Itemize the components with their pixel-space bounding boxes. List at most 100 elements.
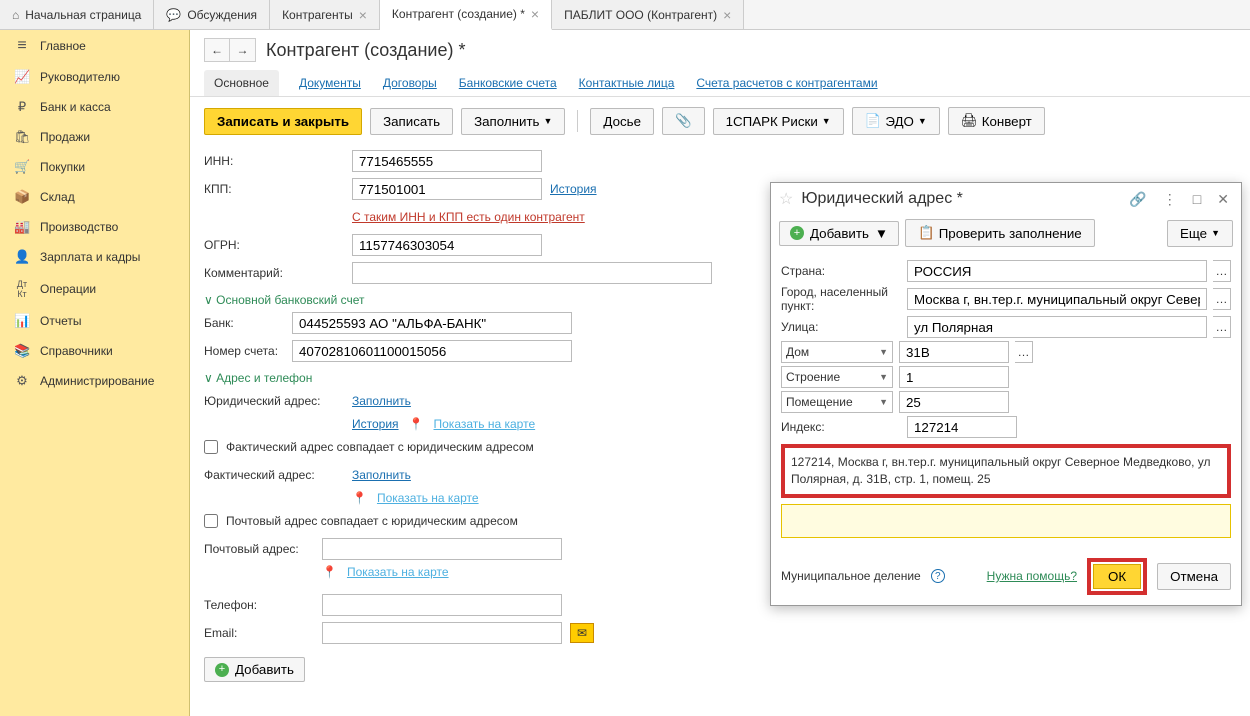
fill-legal-link[interactable]: Заполнить xyxy=(352,394,411,408)
attach-button[interactable]: 📎 xyxy=(662,107,705,135)
street-input[interactable] xyxy=(907,316,1207,338)
label: Добавить xyxy=(235,662,294,677)
star-icon[interactable]: ☆ xyxy=(779,189,793,209)
bank-input[interactable] xyxy=(292,312,572,334)
sidebar-item-manager[interactable]: 📈Руководителю xyxy=(0,62,189,92)
convert-button[interactable]: 🖨 Конверт xyxy=(948,107,1045,135)
more-button[interactable]: Еще▼ xyxy=(1167,220,1233,247)
label: Еще xyxy=(1180,226,1207,241)
main-content: ← → Контрагент (создание) * Основное Док… xyxy=(190,30,1250,716)
sidebar-item-admin[interactable]: ⚙Администрирование xyxy=(0,366,189,396)
sidebar-item-purchase[interactable]: 🛒Покупки xyxy=(0,152,189,182)
close-icon[interactable]: × xyxy=(359,7,367,23)
phone-input[interactable] xyxy=(322,594,562,616)
history-link[interactable]: История xyxy=(550,182,597,196)
save-button[interactable]: Записать xyxy=(370,108,453,135)
fact-addr-label: Фактический адрес: xyxy=(204,468,344,482)
popup-add-button[interactable]: +Добавить▼ xyxy=(779,221,899,246)
sidebar-item-bank[interactable]: ₽Банк и касса xyxy=(0,92,189,122)
comment-box[interactable] xyxy=(781,504,1231,538)
sidebar-item-production[interactable]: 🏭Производство xyxy=(0,212,189,242)
inn-input[interactable] xyxy=(352,150,542,172)
house-input[interactable] xyxy=(899,341,1009,363)
label: Конверт xyxy=(982,114,1032,129)
chevron-down-icon: ▼ xyxy=(879,397,888,407)
mail-icon[interactable]: ✉ xyxy=(570,623,594,643)
fill-fact-link[interactable]: Заполнить xyxy=(352,468,411,482)
city-input[interactable] xyxy=(907,288,1207,310)
ogrn-input[interactable] xyxy=(352,234,542,256)
munic-label: Муниципальное деление xyxy=(781,569,921,583)
ellipsis-button[interactable]: … xyxy=(1213,316,1231,338)
chevron-down-icon: ▼ xyxy=(879,372,888,382)
bank-label: Банк: xyxy=(204,316,284,330)
tab-bank-accounts[interactable]: Банковские счета xyxy=(457,70,559,96)
pin-icon: 📍 xyxy=(322,565,337,579)
tab-counterparty-create[interactable]: Контрагент (создание) *× xyxy=(380,0,552,30)
spark-button[interactable]: 1СПАРК Риски▼ xyxy=(713,108,844,135)
close-icon[interactable]: ✕ xyxy=(1213,191,1233,208)
tab-documents[interactable]: Документы xyxy=(297,70,363,96)
maximize-icon[interactable]: □ xyxy=(1189,191,1205,207)
sidebar-item-warehouse[interactable]: 📦Склад xyxy=(0,182,189,212)
tab-settlements[interactable]: Счета расчетов с контрагентами xyxy=(694,70,879,96)
house-select[interactable]: Дом▼ xyxy=(781,341,893,363)
dk-icon: ДтКт xyxy=(14,279,30,299)
country-input[interactable] xyxy=(907,260,1207,282)
nav-back-button[interactable]: ← xyxy=(204,38,230,62)
room-input[interactable] xyxy=(899,391,1009,413)
add-contact-button[interactable]: +Добавить xyxy=(204,657,305,682)
close-icon[interactable]: × xyxy=(723,7,731,23)
cancel-button[interactable]: Отмена xyxy=(1157,563,1231,590)
comment-input[interactable] xyxy=(352,262,712,284)
sidebar-item-hr[interactable]: 👤Зарплата и кадры xyxy=(0,242,189,272)
sidebar-menu-toggle[interactable]: ≡Главное xyxy=(0,30,189,62)
post-same-checkbox[interactable] xyxy=(204,514,218,528)
building-input[interactable] xyxy=(899,366,1009,388)
tab-discuss[interactable]: 💬Обсуждения xyxy=(154,0,270,29)
tab-pablit[interactable]: ПАБЛИТ ООО (Контрагент)× xyxy=(552,0,744,29)
phone-label: Телефон: xyxy=(204,598,314,612)
show-map-link[interactable]: Показать на карте xyxy=(434,417,536,431)
account-input[interactable] xyxy=(292,340,572,362)
index-input[interactable] xyxy=(907,416,1017,438)
sidebar-item-reports[interactable]: 📊Отчеты xyxy=(0,306,189,336)
more-icon[interactable]: ⋮ xyxy=(1159,191,1181,208)
post-addr-input[interactable] xyxy=(322,538,562,560)
sidebar-item-label: Зарплата и кадры xyxy=(40,250,140,264)
ellipsis-button[interactable]: … xyxy=(1213,260,1231,282)
bars-icon: 📊 xyxy=(14,313,30,329)
building-select[interactable]: Строение▼ xyxy=(781,366,893,388)
dossier-button[interactable]: Досье xyxy=(590,108,654,135)
kpp-input[interactable] xyxy=(352,178,542,200)
tab-counterparties[interactable]: Контрагенты× xyxy=(270,0,380,29)
ruble-icon: ₽ xyxy=(14,99,30,115)
sidebar-item-operations[interactable]: ДтКтОперации xyxy=(0,272,189,306)
ok-button[interactable]: ОК xyxy=(1093,564,1141,589)
check-fill-button[interactable]: 📋 Проверить заполнение xyxy=(905,219,1095,247)
nav-forward-button[interactable]: → xyxy=(230,38,256,62)
tab-home[interactable]: ⌂Начальная страница xyxy=(0,0,154,29)
duplicate-warning[interactable]: С таким ИНН и КПП есть один контрагент xyxy=(352,210,585,224)
history-link[interactable]: История xyxy=(352,417,399,431)
ellipsis-button[interactable]: … xyxy=(1213,288,1231,310)
tab-contacts[interactable]: Контактные лица xyxy=(577,70,677,96)
fact-same-checkbox[interactable] xyxy=(204,440,218,454)
fill-button[interactable]: Заполнить▼ xyxy=(461,108,565,135)
show-map-link[interactable]: Показать на карте xyxy=(347,565,449,579)
close-icon[interactable]: × xyxy=(531,6,539,22)
room-select[interactable]: Помещение▼ xyxy=(781,391,893,413)
tab-contracts[interactable]: Договоры xyxy=(381,70,439,96)
link-icon[interactable]: 🔗 xyxy=(1125,191,1150,208)
help-icon[interactable]: ? xyxy=(931,569,945,583)
ellipsis-button[interactable]: … xyxy=(1015,341,1033,363)
sidebar-item-sales[interactable]: 🛍Продажи xyxy=(0,122,189,152)
help-link[interactable]: Нужна помощь? xyxy=(987,569,1077,583)
email-input[interactable] xyxy=(322,622,562,644)
show-map-link[interactable]: Показать на карте xyxy=(377,491,479,505)
tab-main[interactable]: Основное xyxy=(204,70,279,96)
save-close-button[interactable]: Записать и закрыть xyxy=(204,108,362,135)
sidebar-item-catalogs[interactable]: 📚Справочники xyxy=(0,336,189,366)
print-icon: 🖨 xyxy=(961,113,978,129)
edo-button[interactable]: 📄 ЭДО▼ xyxy=(852,107,940,135)
